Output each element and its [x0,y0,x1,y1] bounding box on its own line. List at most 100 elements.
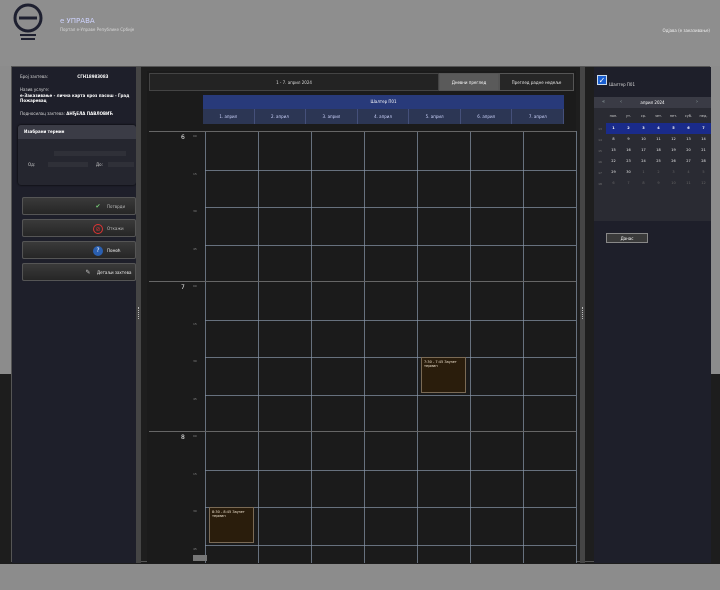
hour-label: 7 [181,284,185,291]
calendar-day[interactable]: 16 [621,145,636,156]
calendar-day[interactable]: 23 [621,156,636,167]
left-splitter[interactable] [136,67,141,563]
calendar-day[interactable]: 28 [696,156,711,167]
week-row: 8 9 10 11 12 13 14 [606,134,711,145]
calendar-day[interactable]: 25 [651,156,666,167]
calendar-day[interactable]: 13 [681,134,696,145]
day-header: 6. април [461,109,513,124]
tab-day-view[interactable]: Дневни преглед [439,73,499,91]
calendar-day[interactable]: 12 [696,178,711,189]
grid-row-line [205,544,576,546]
quarter-label: 15 [193,321,197,326]
app-shell: Број захтева: СГН18983083 Назив услуге: … [11,66,711,563]
calendar-panel: 1 - 7. април 2024 Дневни преглед Преглед… [147,71,577,563]
grid-row-line [205,169,576,171]
eupravalogo-icon [13,3,43,40]
calendar-day[interactable]: 11 [681,178,696,189]
calendar-day[interactable]: 26 [666,156,681,167]
calendar-day[interactable]: 30 [621,167,636,178]
booked-slot[interactable]: 7:30 - 7:45 Заузет термин [421,357,466,393]
calendar-day[interactable]: 2 [651,167,666,178]
help-button[interactable]: ? Помоћ [22,241,136,259]
calendar-day[interactable]: 20 [681,145,696,156]
hour-row: 7 00 15 30 45 [149,281,576,431]
tab-work-week[interactable]: Преглед радне недеље [499,73,574,91]
brand-title: e УПРАВА [60,17,95,25]
right-splitter[interactable] [580,67,585,563]
calendar-day[interactable]: 1 [636,167,651,178]
calendar-day[interactable]: 22 [606,156,621,167]
calendar-day[interactable]: 1 [606,123,621,134]
quarter-label: 45 [193,246,197,251]
logout-link[interactable]: Одјава (е заказивање) [663,28,710,33]
calendar-day[interactable]: 15 [606,145,621,156]
calendar-day[interactable]: 29 [606,167,621,178]
calendar-day[interactable]: 6 [681,123,696,134]
weekday-row: пон. ут. ср. чет. пет. суб. нед. [606,111,711,122]
grid-row-line [205,207,576,208]
calendar-day[interactable]: 5 [696,167,711,178]
calendar-day[interactable]: 12 [666,134,681,145]
calendar-day[interactable]: 9 [621,134,636,145]
applicant: Подносилац захтева: АНЂЕЛА ПАВЛОВИЋ [20,111,113,116]
service-label: Назив услуге: [20,87,50,92]
time-grid: 6 00 15 30 45 7 00 15 30 45 8 00 15 30 45 7:30 - 7:45 З… [149,131,577,563]
calendar-day[interactable]: 18 [651,145,666,156]
to-field [108,162,134,167]
selected-slot-box: Изабрани термин Од: До: [18,125,136,185]
help-icon: ? [93,246,103,256]
today-button[interactable]: Данас [606,233,648,243]
quarter-label: 30 [193,509,197,513]
calendar-day[interactable]: 19 [666,145,681,156]
scroll-handle[interactable] [193,555,207,561]
calendar-day[interactable]: 3 [666,167,681,178]
week-row: 22 23 24 25 26 27 28 [606,156,711,167]
quarter-label: 45 [193,546,197,551]
calendar-header: « ‹ април 2024 › [594,97,711,108]
calendar-day[interactable]: 8 [636,178,651,189]
grid-row-line [205,507,576,508]
calendar-day[interactable]: 4 [651,123,666,134]
calendar-day[interactable]: 8 [606,134,621,145]
quarter-label: 00 [193,434,197,438]
calendar-day[interactable]: 27 [681,156,696,167]
calendar-day[interactable]: 6 [606,178,621,189]
grid-row-line [205,319,576,321]
quarter-label: 30 [193,209,197,213]
calendar-day[interactable]: 4 [681,167,696,178]
calendar-day[interactable]: 17 [636,145,651,156]
weekday-label: ут. [625,114,632,118]
calendar-day[interactable]: 24 [636,156,651,167]
next-month-icon[interactable]: › [696,99,698,105]
week-row: 1234567 [606,123,711,134]
calendar-day[interactable]: 3 [636,123,651,134]
calendar-day[interactable]: 21 [696,145,711,156]
calendar-day[interactable]: 10 [666,178,681,189]
calendar-day[interactable]: 5 [666,123,681,134]
week-number: 13 [598,127,602,131]
request-number: Број захтева: СГН18983083 [20,74,109,79]
cancel-button[interactable]: ⊘ Откажи [22,219,136,237]
calendar-day[interactable]: 9 [651,178,666,189]
week-number: 16 [598,160,602,164]
calendar-day[interactable]: 14 [696,134,711,145]
service-name: е-Заказивање - лична карта кроз пасош - … [20,93,130,103]
selected-slot-title: Изабрани термин [18,125,136,139]
request-details-button[interactable]: ✎ Детаљи захтева [22,263,136,281]
week-number: 14 [598,138,602,142]
week-number: 15 [598,149,602,153]
hour-label: 6 [181,134,185,141]
calendar-day[interactable]: 11 [651,134,666,145]
weekday-label: ср. [640,114,647,118]
day-header: 1. април [203,109,255,124]
from-label: Од: [28,162,36,167]
calendar-day[interactable]: 10 [636,134,651,145]
calendar-day[interactable]: 2 [621,123,636,134]
confirm-button[interactable]: ✔ Потврди [22,197,136,215]
counter-checkbox[interactable]: ✓ [597,75,607,85]
week-number: 18 [598,182,602,186]
calendar-day[interactable]: 7 [696,123,711,134]
day-header: 3. април [306,109,358,124]
calendar-day[interactable]: 7 [621,178,636,189]
booked-slot[interactable]: 8:30 - 8:45 Заузет термин [209,507,254,543]
